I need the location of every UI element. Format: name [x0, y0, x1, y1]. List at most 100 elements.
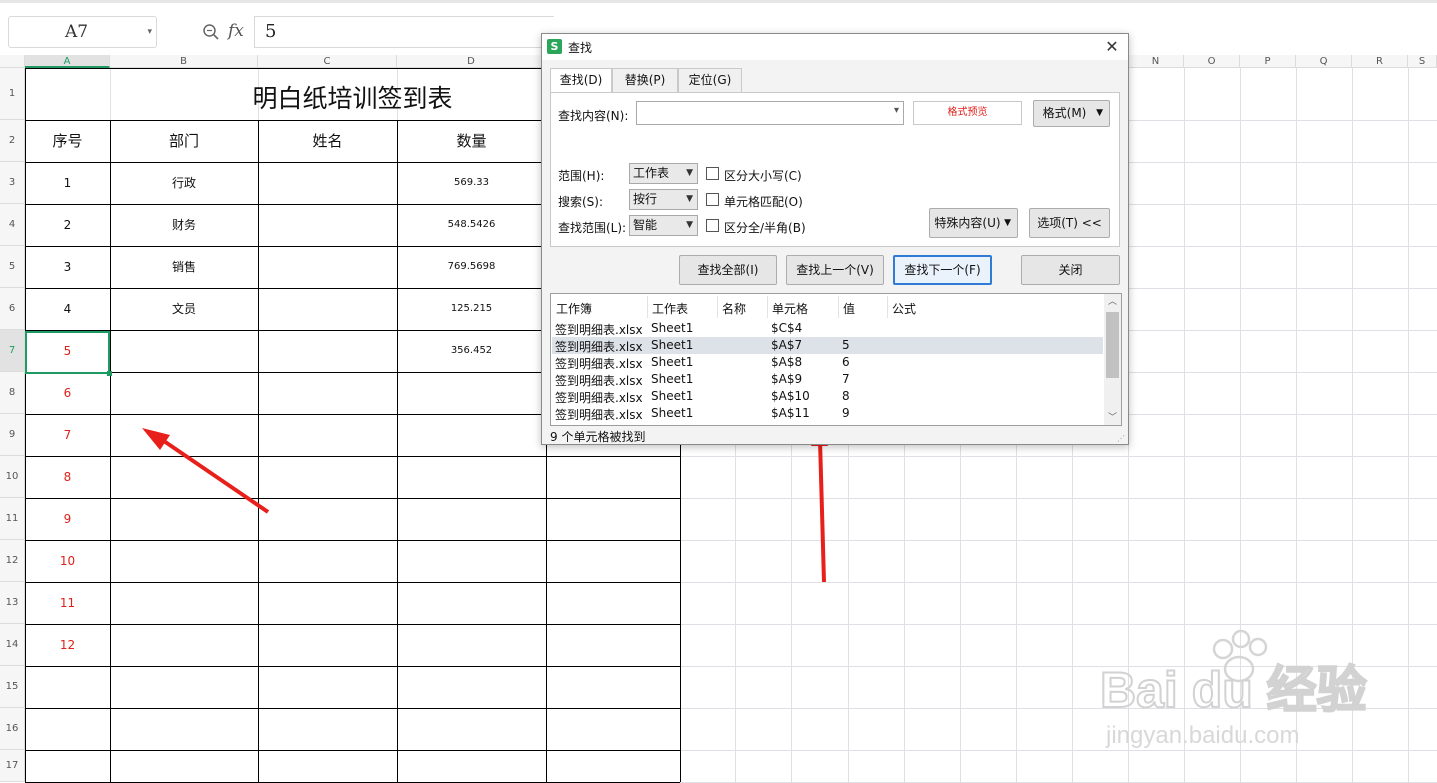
find-all-button[interactable]: 查找全部(I): [679, 255, 777, 285]
cell-quantity[interactable]: 548.5426: [397, 204, 546, 246]
cell-quantity[interactable]: 125.215: [397, 288, 546, 330]
results-header-cell[interactable]: 单元格: [772, 300, 808, 317]
list-item[interactable]: 签到明细表.xlsx Sheet1 $A$11 9: [552, 405, 1103, 422]
find-previous-button[interactable]: 查找上一个(V): [786, 255, 884, 285]
resize-grip-icon[interactable]: ⋰: [1117, 434, 1125, 443]
cell-seq-no[interactable]: 7: [25, 414, 110, 456]
row-header-8[interactable]: 8: [0, 372, 25, 414]
column-header-o[interactable]: O: [1184, 55, 1240, 68]
find-content-input[interactable]: ▾: [636, 101, 904, 125]
list-item[interactable]: 签到明细表.xlsx Sheet1 $C$4: [552, 320, 1103, 337]
column-header-b[interactable]: B: [110, 55, 258, 68]
column-header-n[interactable]: N: [1128, 55, 1184, 68]
zoom-icon[interactable]: [202, 23, 220, 41]
results-header-sheet[interactable]: 工作表: [652, 300, 688, 317]
row-header-2[interactable]: 2: [0, 120, 25, 162]
column-header-c[interactable]: C: [258, 55, 397, 68]
table-header-cell[interactable]: 姓名: [258, 120, 397, 162]
dialog-titlebar[interactable]: S 查找 ✕: [542, 34, 1128, 60]
cell-department[interactable]: 文员: [110, 288, 258, 330]
results-header-name[interactable]: 名称: [722, 300, 746, 317]
row-header-5[interactable]: 5: [0, 246, 25, 288]
fx-icon[interactable]: fx: [228, 21, 244, 41]
name-box[interactable]: A7 ▾: [8, 16, 157, 48]
cell-seq-no[interactable]: 12: [25, 624, 110, 666]
column-header-q[interactable]: Q: [1296, 55, 1352, 68]
result-value: 8: [842, 389, 850, 403]
cell-seq-no[interactable]: 1: [25, 162, 110, 204]
results-header-workbook[interactable]: 工作簿: [556, 300, 592, 317]
cell-seq-no[interactable]: 2: [25, 204, 110, 246]
close-icon[interactable]: ✕: [1100, 37, 1124, 57]
find-next-button[interactable]: 查找下一个(F): [893, 255, 992, 285]
column-header-a[interactable]: A: [25, 55, 110, 68]
cell-seq-no[interactable]: 9: [25, 498, 110, 540]
tab-replace[interactable]: 替换(P): [612, 68, 678, 92]
results-header-formula[interactable]: 公式: [892, 300, 916, 317]
chevron-down-icon[interactable]: ﹀: [1108, 410, 1117, 423]
row-header-12[interactable]: 12: [0, 540, 25, 582]
list-item[interactable]: 签到明细表.xlsx Sheet1 $A$10 8: [552, 388, 1103, 405]
row-header-9[interactable]: 9: [0, 414, 25, 456]
close-button[interactable]: 关闭: [1021, 255, 1120, 285]
row-header-16[interactable]: 16: [0, 708, 25, 750]
results-scrollbar[interactable]: ︿ ﹀: [1104, 294, 1121, 425]
results-header-value[interactable]: 值: [843, 300, 855, 317]
row-header-10[interactable]: 10: [0, 456, 25, 498]
row-header-7[interactable]: 7: [0, 330, 25, 372]
cell-department[interactable]: 销售: [110, 246, 258, 288]
cell-seq-no[interactable]: 6: [25, 372, 110, 414]
row-header-3[interactable]: 3: [0, 162, 25, 204]
cell-quantity[interactable]: 569.33: [397, 162, 546, 204]
column-header-p[interactable]: P: [1240, 55, 1296, 68]
row-header-4[interactable]: 4: [0, 204, 25, 246]
results-list[interactable]: 工作簿 工作表 名称 单元格 值 公式 签到明细表.xlsx Sheet1 $C$4…: [550, 293, 1122, 426]
table-header-cell[interactable]: 部门: [110, 120, 258, 162]
chevron-up-icon[interactable]: ︿: [1108, 294, 1117, 307]
row-header-11[interactable]: 11: [0, 498, 25, 540]
result-sheet: Sheet1: [651, 338, 694, 352]
cell-seq-no[interactable]: 3: [25, 246, 110, 288]
match-case-checkbox[interactable]: [706, 167, 719, 180]
tab-goto[interactable]: 定位(G): [678, 68, 742, 92]
cell-seq-no[interactable]: 11: [25, 582, 110, 624]
look-in-select[interactable]: 智能 ▼: [629, 215, 698, 236]
scrollbar-thumb[interactable]: [1106, 312, 1119, 378]
cell-quantity[interactable]: 769.5698: [397, 246, 546, 288]
row-header-14[interactable]: 14: [0, 624, 25, 666]
row-header-13[interactable]: 13: [0, 582, 25, 624]
row-header-1[interactable]: 1: [0, 68, 25, 120]
column-header-r[interactable]: R: [1352, 55, 1408, 68]
active-cell-selection[interactable]: [25, 331, 112, 376]
cell-quantity[interactable]: 356.452: [397, 330, 546, 372]
tab-find[interactable]: 查找(D): [550, 68, 612, 93]
cell-department[interactable]: 财务: [110, 204, 258, 246]
match-cell-checkbox[interactable]: [706, 193, 719, 206]
list-item-partial[interactable]: [552, 424, 1103, 425]
row-header-6[interactable]: 6: [0, 288, 25, 330]
format-button[interactable]: 格式(M) ▼: [1033, 100, 1110, 127]
row-header-15[interactable]: 15: [0, 666, 25, 708]
list-item[interactable]: 签到明细表.xlsx Sheet1 $A$9 7: [552, 371, 1103, 388]
match-width-checkbox[interactable]: [706, 219, 719, 232]
options-button[interactable]: 选项(T) <<: [1029, 208, 1110, 238]
cell-seq-no[interactable]: 8: [25, 456, 110, 498]
cell-seq-no[interactable]: 4: [25, 288, 110, 330]
special-content-button[interactable]: 特殊内容(U) ▼: [929, 208, 1018, 238]
fill-handle[interactable]: [107, 371, 112, 376]
column-header-s[interactable]: S: [1408, 55, 1437, 68]
chevron-down-icon[interactable]: ▾: [147, 17, 152, 47]
search-order-select[interactable]: 按行 ▼: [629, 189, 698, 210]
table-header-cell[interactable]: 序号: [25, 120, 110, 162]
column-header-d[interactable]: D: [397, 55, 546, 68]
table-header-cell[interactable]: 数量: [397, 120, 546, 162]
scope-select[interactable]: 工作表 ▼: [629, 163, 698, 184]
row-header-17[interactable]: 17: [0, 750, 25, 782]
select-all-corner[interactable]: [0, 55, 25, 68]
list-item[interactable]: 签到明细表.xlsx Sheet1 $A$7 5: [552, 337, 1103, 354]
cell-seq-no[interactable]: 10: [25, 540, 110, 582]
list-item[interactable]: 签到明细表.xlsx Sheet1 $A$8 6: [552, 354, 1103, 371]
cell-department[interactable]: 行政: [110, 162, 258, 204]
chevron-down-icon[interactable]: ▾: [894, 105, 899, 116]
formula-input[interactable]: 5: [254, 16, 554, 48]
